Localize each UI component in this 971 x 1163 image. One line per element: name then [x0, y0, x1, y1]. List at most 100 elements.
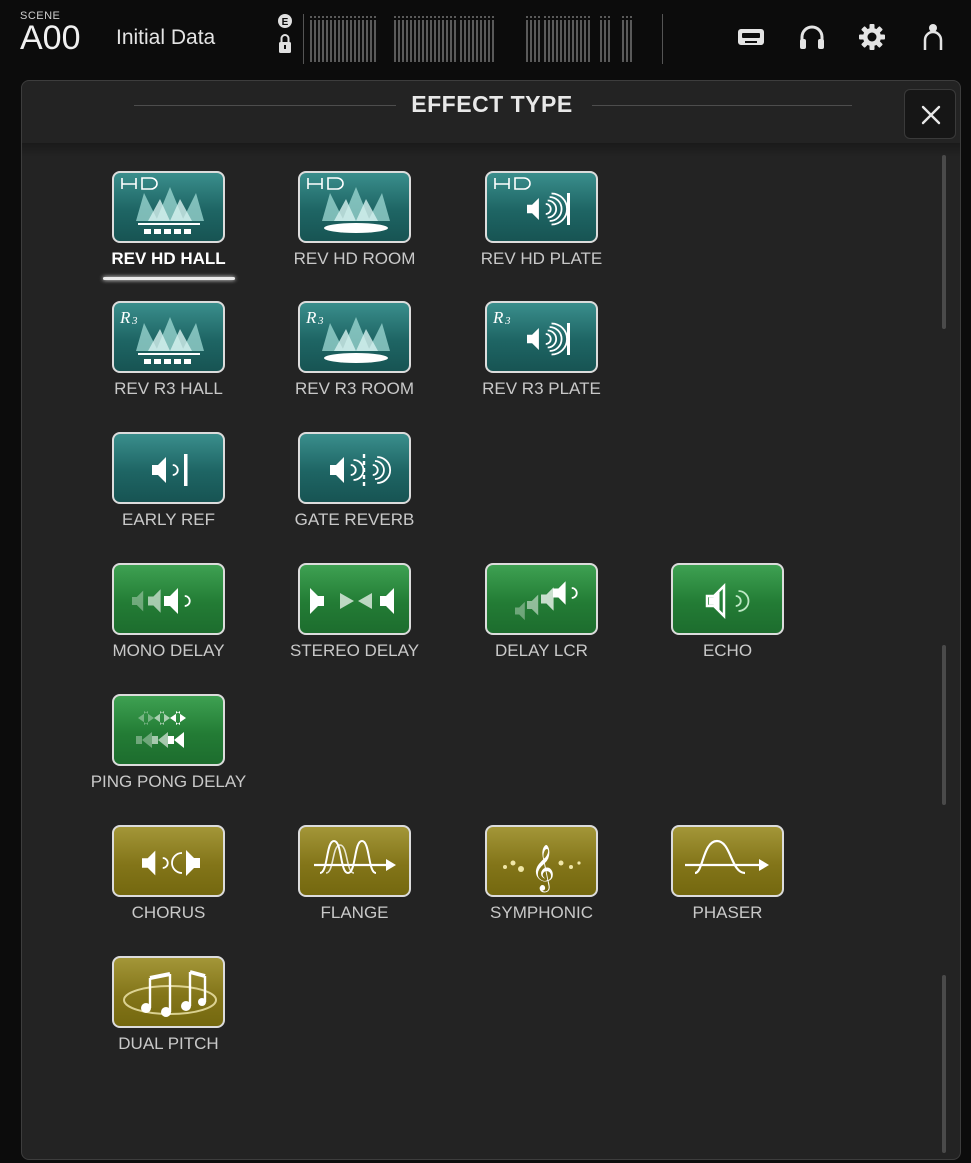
effect-chorus[interactable]: CHORUS: [64, 825, 250, 945]
close-button[interactable]: [904, 89, 956, 139]
effect-button[interactable]: [112, 694, 225, 766]
effect-flange[interactable]: FLANGE: [250, 825, 436, 945]
meter-peak-dot: [370, 16, 372, 18]
r3-plate-icon: R3: [492, 308, 570, 356]
effect-label: FLANGE: [320, 903, 389, 922]
meter-peak-dot: [544, 16, 546, 18]
meter-peak-dot: [374, 16, 376, 18]
meter-bridge[interactable]: [303, 14, 663, 64]
headphones-icon[interactable]: [797, 22, 827, 52]
meter-segment: [406, 20, 408, 62]
effect-button[interactable]: [298, 432, 411, 504]
effect-button[interactable]: [485, 563, 598, 635]
effect-early-ref[interactable]: EARLY REF: [64, 432, 250, 552]
early-ref-icon: [152, 454, 188, 486]
e-badge-icon: E: [278, 14, 292, 28]
meter-segment: [556, 20, 558, 62]
gear-icon[interactable]: [857, 22, 887, 52]
meter-segment: [402, 20, 404, 62]
meter-peak-dot: [630, 16, 632, 18]
effect-rev-hd-room[interactable]: REV HD ROOM: [250, 171, 436, 291]
meter-peak-dot: [560, 16, 562, 18]
scrollbar-segment[interactable]: [942, 645, 946, 805]
meter-peak-dot: [442, 16, 444, 18]
effect-button[interactable]: 𝄞: [485, 825, 598, 897]
effect-button[interactable]: [112, 825, 225, 897]
meter-peak-dot: [414, 16, 416, 18]
meter-segment: [354, 20, 356, 62]
effect-label: PHASER: [692, 903, 763, 922]
meter-peak-dot: [362, 16, 364, 18]
meter-peak-dot: [434, 16, 436, 18]
meter-segment: [362, 20, 364, 62]
meter-peak-dot: [446, 16, 448, 18]
meter-peak-dot: [460, 16, 462, 18]
effect-button[interactable]: [112, 956, 225, 1028]
effect-button[interactable]: [298, 563, 411, 635]
meter-peak-dot: [330, 16, 332, 18]
user-icon[interactable]: [918, 22, 948, 52]
meter-segment: [454, 20, 456, 62]
meter-peak-dot: [402, 16, 404, 18]
effect-button[interactable]: R3: [112, 301, 225, 373]
svg-text:3: 3: [504, 315, 511, 327]
tape-icon[interactable]: [736, 22, 766, 52]
scene-name[interactable]: Initial Data: [116, 26, 215, 50]
meter-segment: [568, 20, 570, 62]
effect-rev-r3-plate[interactable]: R 3 REV R3 PLATE: [437, 301, 623, 421]
r3-room-icon: R3: [305, 308, 390, 363]
effect-stereo-delay[interactable]: STEREO DELAY: [250, 563, 436, 683]
effect-echo[interactable]: ECHO: [623, 563, 809, 683]
meter-segment: [422, 20, 424, 62]
effect-rev-hd-hall[interactable]: REV HD HALL: [64, 171, 250, 291]
meter-peak-dot: [484, 16, 486, 18]
effect-phaser[interactable]: PHASER: [623, 825, 809, 945]
effect-button[interactable]: R3: [485, 301, 598, 373]
effect-button[interactable]: [298, 825, 411, 897]
effect-button[interactable]: [671, 825, 784, 897]
meter-segment: [544, 20, 546, 62]
svg-text:𝄞: 𝄞: [531, 845, 555, 893]
effect-button[interactable]: R3: [298, 301, 411, 373]
effect-ping-pong-delay[interactable]: PING PONG DELAY: [64, 694, 250, 814]
meter-segment: [342, 20, 344, 62]
meter-peak-dot: [310, 16, 312, 18]
effect-rev-r3-hall[interactable]: R 3 REV R3 HALL: [64, 301, 250, 421]
effect-label: MONO DELAY: [112, 641, 225, 660]
scrollbar-segment[interactable]: [942, 155, 946, 329]
meter-segment: [460, 20, 462, 62]
meter-segment: [548, 20, 550, 62]
meter-peak-dot: [552, 16, 554, 18]
meter-peak-dot: [480, 16, 482, 18]
meter-peak-dot: [588, 16, 590, 18]
effect-button[interactable]: [298, 171, 411, 243]
delay-lcr-icon: [515, 581, 578, 621]
effect-delay-lcr[interactable]: DELAY LCR: [437, 563, 623, 683]
echo-icon: [705, 582, 750, 620]
effect-button[interactable]: [671, 563, 784, 635]
scene-number[interactable]: A00: [20, 18, 81, 58]
effect-button[interactable]: [112, 432, 225, 504]
effect-rev-r3-room[interactable]: R 3 REV R3 ROOM: [250, 301, 436, 421]
meter-segment: [492, 20, 494, 62]
svg-text:3: 3: [317, 315, 324, 327]
meter-peak-dot: [430, 16, 432, 18]
effect-button[interactable]: [112, 171, 225, 243]
header-shadow: [22, 143, 960, 157]
effect-rev-hd-plate[interactable]: REV HD PLATE: [437, 171, 623, 291]
effect-gate-reverb[interactable]: GATE REVERB: [250, 432, 436, 552]
effect-button[interactable]: [112, 563, 225, 635]
meter-segment: [310, 20, 312, 62]
effect-button[interactable]: [485, 171, 598, 243]
lock-icon: [279, 34, 291, 53]
effect-mono-delay[interactable]: MONO DELAY: [64, 563, 250, 683]
effect-label: CHORUS: [131, 903, 206, 922]
effect-symphonic[interactable]: 𝄞 SYMPHONIC: [437, 825, 623, 945]
hd-room-icon: [307, 177, 390, 233]
meter-segment: [622, 20, 624, 62]
stereo-delay-icon: [310, 588, 394, 614]
effect-dual-pitch[interactable]: DUAL PITCH: [64, 956, 250, 1076]
scrollbar-segment[interactable]: [942, 975, 946, 1153]
svg-text:R: R: [305, 308, 317, 327]
meter-peak-dot: [538, 16, 540, 18]
